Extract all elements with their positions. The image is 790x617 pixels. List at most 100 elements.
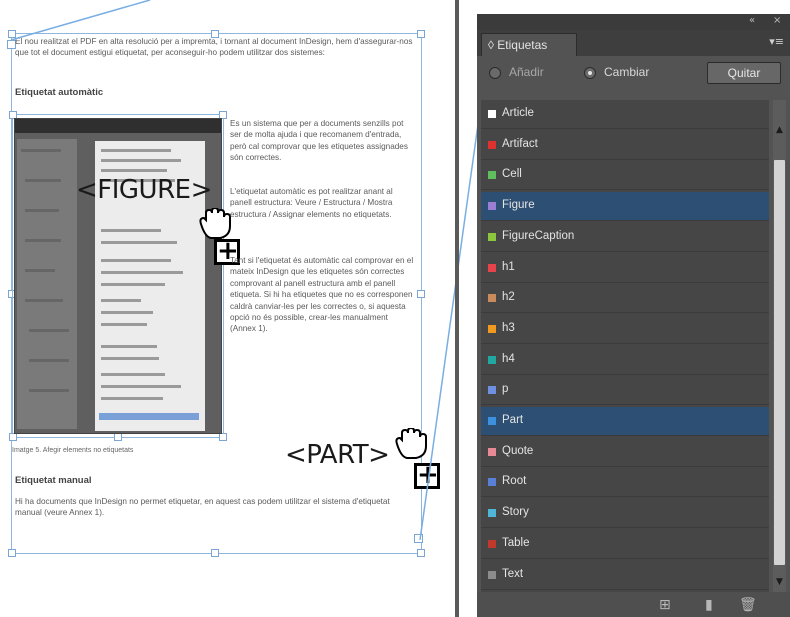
tag-row[interactable]: h3 (481, 315, 769, 344)
tag-color-swatch (488, 417, 496, 425)
embedded-tree-line (29, 329, 69, 332)
tags-list-scrollbar[interactable]: ▲ ▼ (773, 100, 786, 592)
tag-color-swatch (488, 447, 496, 456)
trash-icon[interactable]: 🗑 (739, 597, 757, 613)
embedded-screenshot-image (14, 118, 222, 434)
scroll-up-icon[interactable]: ▲ (774, 124, 785, 136)
embedded-tree-line (25, 299, 63, 302)
tag-row[interactable]: Article (481, 100, 769, 129)
tag-label: h1 (502, 260, 515, 273)
embedded-menu-line (101, 311, 153, 314)
heading-manual-tagging: Etiquetat manual (15, 475, 92, 486)
tag-label: Story (502, 506, 529, 519)
add-radio[interactable] (489, 67, 501, 79)
tag-row[interactable]: Artifact (481, 131, 769, 160)
embedded-menu-line (101, 385, 181, 388)
embedded-menu-line (101, 259, 171, 262)
tag-row[interactable]: Story (481, 499, 769, 529)
panel-header-strip: « × (477, 14, 790, 30)
tag-color-swatch (488, 263, 496, 272)
body-paragraph-3: Tant si l'etiquetat és automàtic cal com… (230, 256, 414, 334)
figure-tag-label: <FIGURE> (76, 175, 212, 205)
tag-color-swatch (488, 570, 496, 579)
embedded-tree-line (25, 209, 59, 212)
frame-handle[interactable] (417, 290, 425, 298)
tag-row[interactable]: Root (481, 468, 769, 498)
hand-cursor-icon (395, 428, 427, 459)
tag-color-swatch (488, 386, 496, 395)
tag-label: Artifact (502, 137, 538, 150)
tag-label: Figure (502, 199, 535, 212)
tag-row[interactable]: Table (481, 530, 769, 559)
tag-label: FigureCaption (502, 229, 575, 242)
embedded-tree-line (29, 389, 69, 392)
frame-handle[interactable] (417, 549, 425, 557)
manual-paragraph: Hi ha documents que InDesign no permet e… (15, 497, 390, 518)
new-tag-from-selection-icon[interactable]: ⊞ (659, 597, 671, 613)
tag-row[interactable]: Cell (481, 161, 769, 191)
tab-tags[interactable]: ◊ Etiquetas (481, 33, 577, 56)
tag-label: h2 (502, 291, 515, 304)
tag-color-swatch (488, 110, 496, 118)
tag-color-swatch (488, 294, 496, 303)
embedded-menu-line (101, 397, 163, 400)
tag-row[interactable]: Figure (481, 192, 769, 222)
embedded-tree-line (25, 179, 61, 182)
tag-label: Quote (502, 444, 534, 457)
tags-panel: « × ◊ Etiquetas ▾≡ Añadir Cambiar Quitar… (477, 14, 790, 617)
pane-divider[interactable] (455, 0, 459, 617)
tag-row[interactable]: Text (481, 561, 769, 590)
body-paragraph-1: Es un sistema que per a documents senzil… (230, 119, 408, 163)
embedded-menu-line-selected (99, 413, 199, 420)
embedded-tree-line (25, 239, 61, 242)
change-radio-label[interactable]: Cambiar (604, 65, 649, 79)
tag-color-swatch (488, 232, 496, 241)
tag-color-swatch (488, 355, 496, 364)
embedded-tree-line (29, 359, 69, 362)
tag-label: h3 (502, 321, 515, 334)
frame-handle[interactable] (417, 30, 425, 38)
tag-label: h4 (502, 352, 515, 365)
tag-row[interactable]: Quote (481, 438, 769, 467)
intro-paragraph: El nou realitzat el PDF en alta resoluci… (15, 37, 413, 58)
embedded-menu-line (101, 373, 165, 376)
tag-color-swatch (488, 202, 496, 211)
tag-row[interactable]: h1 (481, 254, 769, 283)
frame-port-out[interactable] (414, 534, 423, 543)
tag-label: Text (502, 567, 524, 580)
embedded-menu-line (101, 299, 141, 302)
tag-label: Root (502, 475, 527, 488)
tag-label: Part (502, 414, 524, 426)
tags-list: Article Artifact Cell Figure FigureCaption h1… (481, 100, 769, 592)
close-panel-icon[interactable]: × (773, 15, 781, 26)
change-radio[interactable] (584, 67, 596, 79)
embedded-menu-line (101, 345, 157, 348)
figure-handle[interactable] (114, 433, 122, 441)
panel-bottom-toolbar: ⊞ ▮ 🗑 (477, 592, 790, 617)
tag-color-swatch (488, 539, 496, 548)
figure-handle[interactable] (219, 433, 227, 441)
remove-button[interactable]: Quitar (707, 62, 781, 84)
figure-handle[interactable] (9, 433, 17, 441)
embedded-menu-line (101, 169, 167, 172)
tag-color-swatch (488, 324, 496, 333)
tag-row[interactable]: p (481, 376, 769, 406)
tag-row[interactable]: h4 (481, 346, 769, 375)
collapse-panel-icon[interactable]: « (749, 15, 755, 26)
frame-handle[interactable] (211, 549, 219, 557)
tag-row[interactable]: h2 (481, 284, 769, 314)
new-tag-icon[interactable]: ▮ (705, 597, 713, 613)
tag-label: Table (502, 536, 530, 549)
embedded-tree-line (21, 149, 61, 152)
embedded-menu-line (101, 149, 171, 152)
frame-handle[interactable] (8, 549, 16, 557)
tag-row[interactable]: FigureCaption (481, 223, 769, 252)
scroll-down-icon[interactable]: ▼ (774, 576, 785, 588)
tag-color-swatch (488, 171, 496, 180)
panel-menu-icon[interactable]: ▾≡ (769, 35, 784, 48)
scrollbar-thumb[interactable] (774, 160, 785, 565)
plus-badge-icon: + (414, 462, 440, 489)
figure-caption: Imatge 5. Afegir elements no etiquetats (12, 447, 134, 454)
tag-row[interactable]: Part (481, 407, 769, 436)
add-radio-label[interactable]: Añadir (509, 65, 544, 79)
